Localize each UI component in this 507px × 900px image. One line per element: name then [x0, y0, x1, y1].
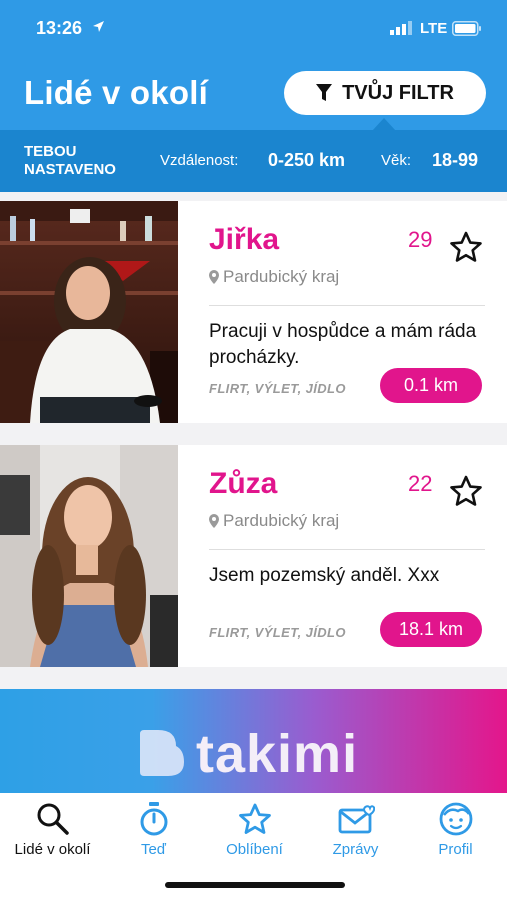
age-label: Věk:: [381, 152, 412, 169]
mail-heart-icon: [305, 799, 406, 839]
face-icon: [405, 799, 506, 839]
search-icon: [2, 799, 103, 839]
network-type: LTE: [420, 20, 448, 37]
card-divider: [209, 549, 485, 550]
filter-button-label: TVŮJ FILTR: [342, 81, 454, 104]
promo-banner[interactable]: takimi: [0, 689, 507, 793]
pin-icon: [209, 270, 219, 284]
signal-icon: [390, 21, 414, 40]
profile-location: Pardubický kraj: [209, 267, 339, 287]
profile-photo[interactable]: [0, 445, 178, 667]
tab-label: Teď: [140, 841, 167, 858]
distance-badge: 18.1 km: [380, 612, 482, 647]
tab-messages[interactable]: Zprávy: [305, 799, 406, 858]
profile-tags: FLIRT, VÝLET, JÍDLO: [209, 381, 346, 396]
status-bar: 13:26 LTE: [0, 0, 507, 56]
profile-card[interactable]: Jiřka 29 Pardubický kraj Pracuji v hospů…: [0, 201, 507, 423]
home-indicator[interactable]: [165, 882, 345, 888]
page-title: Lidé v okolí: [24, 74, 208, 111]
tab-now[interactable]: Teď: [103, 799, 204, 858]
favorite-star-icon[interactable]: [449, 231, 483, 268]
tab-label: Oblíbení: [226, 841, 283, 858]
distance-badge: 0.1 km: [380, 368, 482, 403]
filter-source-label: TEBOU NASTAVENO: [24, 143, 116, 178]
funnel-icon: [316, 84, 333, 101]
profile-age: 22: [408, 471, 433, 496]
profile-bio: Pracuji v hospůdce a mám ráda procházky.: [209, 321, 477, 368]
profile-photo[interactable]: [0, 201, 178, 423]
tab-label: Lidé v okolí: [14, 841, 91, 858]
favorite-star-icon[interactable]: [449, 475, 483, 512]
profile-region: Pardubický kraj: [223, 511, 340, 530]
distance-label: Vzdálenost:: [160, 152, 239, 169]
profile-card[interactable]: Zůza 22 Pardubický kraj Jsem pozemský an…: [0, 445, 507, 667]
tab-favorites[interactable]: Oblíbení: [204, 799, 305, 858]
tab-label: Profil: [438, 841, 473, 858]
star-icon: [204, 799, 305, 839]
tab-people-nearby[interactable]: Lidé v okolí: [2, 799, 103, 858]
battery-icon: [452, 21, 482, 41]
profile-name: Zůza: [209, 467, 278, 500]
pin-icon: [209, 514, 219, 528]
location-arrow-icon: [92, 20, 105, 38]
profile-region: Pardubický kraj: [223, 267, 340, 286]
filter-summary-bar[interactable]: TEBOU NASTAVENO Vzdálenost: 0-250 km Věk…: [0, 130, 507, 192]
profile-location: Pardubický kraj: [209, 511, 339, 531]
banner-brand: takimi: [196, 724, 359, 784]
profile-bio: Jsem pozemský anděl. Xxx: [209, 565, 440, 586]
profile-age: 29: [408, 227, 433, 252]
takimi-logo-icon: [136, 728, 186, 783]
tab-profile[interactable]: Profil: [405, 799, 506, 858]
filter-button[interactable]: TVŮJ FILTR: [284, 71, 486, 115]
stopwatch-icon: [103, 799, 204, 839]
status-time: 13:26: [36, 18, 83, 38]
profile-name: Jiřka: [209, 223, 280, 256]
tab-label: Zprávy: [332, 841, 379, 858]
card-divider: [209, 305, 485, 306]
app-header: 13:26 LTE Lidé v okolí TVŮJ FILTR: [0, 0, 507, 131]
profile-tags: FLIRT, VÝLET, JÍDLO: [209, 625, 346, 640]
distance-value: 0-250 km: [268, 150, 346, 170]
age-value: 18-99: [432, 150, 479, 170]
